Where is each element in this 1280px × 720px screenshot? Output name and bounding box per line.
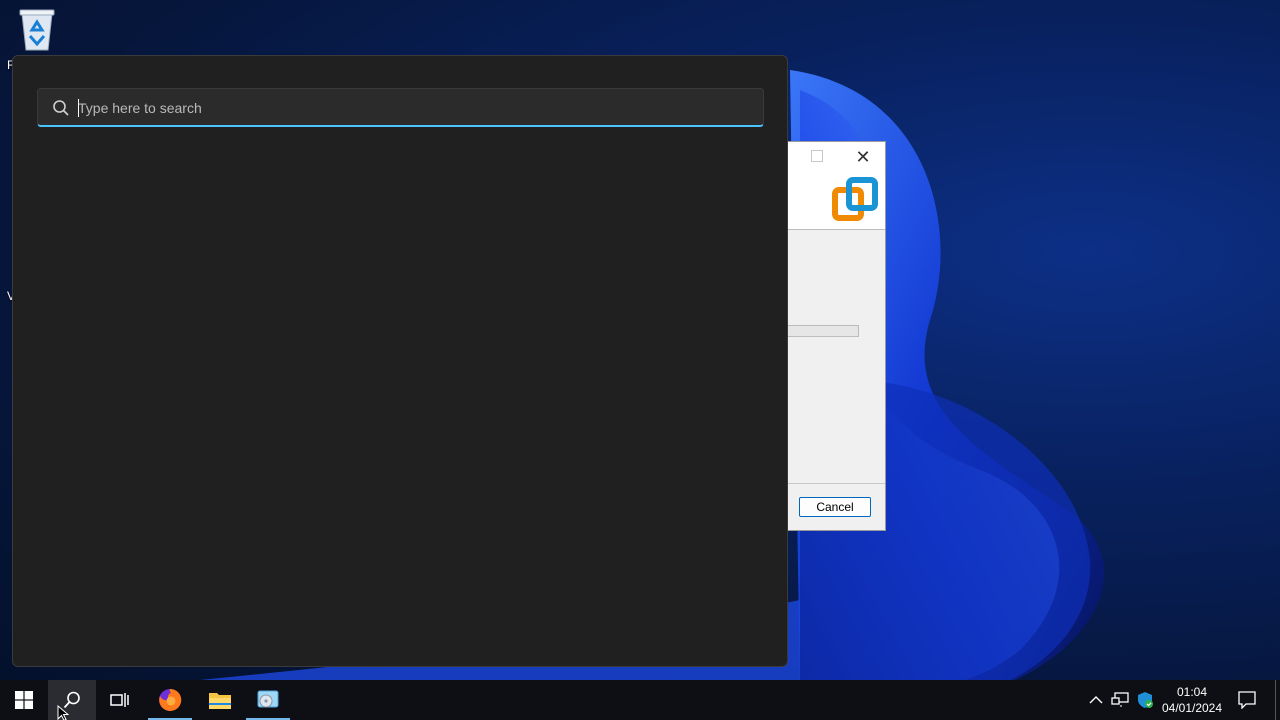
installer-taskbar-button[interactable] <box>244 680 292 720</box>
show-desktop-button[interactable] <box>1275 680 1280 720</box>
search-input[interactable] <box>78 95 738 121</box>
task-view-icon <box>110 693 129 707</box>
recycle-bin-icon[interactable] <box>16 6 58 52</box>
security-shield-icon[interactable] <box>1135 690 1155 710</box>
installer-logo-icon <box>832 177 878 221</box>
progress-bar <box>781 325 859 337</box>
taskbar-search-button[interactable] <box>48 680 96 720</box>
firefox-icon <box>159 688 182 711</box>
folder-icon <box>209 693 231 709</box>
start-button[interactable] <box>0 680 48 720</box>
clock-date: 04/01/2024 <box>1161 701 1223 715</box>
file-explorer-button[interactable] <box>196 680 244 720</box>
task-view-button[interactable] <box>96 680 144 720</box>
windows-logo-icon <box>15 691 33 709</box>
taskbar: 01:04 04/01/2024 <box>0 680 1280 720</box>
firefox-taskbar-button[interactable] <box>146 680 194 720</box>
network-icon[interactable] <box>1110 690 1130 710</box>
notifications-icon[interactable] <box>1237 690 1257 710</box>
search-panel <box>12 55 788 667</box>
text-caret <box>78 99 79 117</box>
mouse-cursor-icon <box>57 705 69 720</box>
installer-disc-icon <box>257 690 279 708</box>
clock-time: 01:04 <box>1176 685 1208 699</box>
cancel-button[interactable]: Cancel <box>799 497 871 517</box>
close-icon[interactable]: ✕ <box>853 147 873 167</box>
maximize-icon[interactable] <box>811 150 823 162</box>
taskbar-clock[interactable]: 01:04 04/01/2024 <box>1160 684 1224 716</box>
search-icon <box>53 100 69 116</box>
show-hidden-icons-chevron-up-icon[interactable] <box>1086 690 1106 710</box>
search-box[interactable] <box>37 88 764 127</box>
